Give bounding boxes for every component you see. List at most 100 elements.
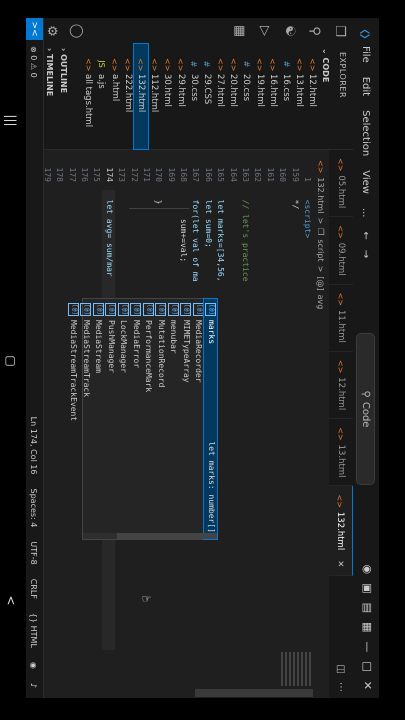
problems-count[interactable]: ⊗ 0 ⚠ 0	[30, 46, 39, 78]
suggest-scrollbar[interactable]	[83, 533, 217, 539]
suggestion-item[interactable]: [@] MediaRecorder	[192, 299, 205, 539]
suggestion-item[interactable]: [@] marks let marks: number[]	[204, 280, 218, 558]
more-actions-icon[interactable]: ⋯	[336, 682, 347, 692]
bell-icon[interactable]: ♪	[30, 683, 39, 688]
recent-apps-icon[interactable]: |||	[5, 114, 19, 126]
file-label: 19.html	[254, 74, 265, 107]
forward-arrow-icon[interactable]: →	[361, 250, 372, 258]
tab-5[interactable]: <> 132.html ✕	[328, 486, 353, 577]
suggestion-item[interactable]: [@] menubar	[167, 299, 180, 539]
suggestion-item[interactable]: [@] MediaError	[130, 299, 143, 539]
file-item[interactable]: <> 29.html	[174, 44, 187, 149]
breadcrumb-file[interactable]: 132.html	[317, 177, 326, 213]
minimap[interactable]	[253, 652, 313, 686]
file-item[interactable]: <> 13.html	[293, 44, 306, 149]
suggestion-item[interactable]: [@] LockManager	[117, 299, 130, 539]
split-editor-icon[interactable]: ◫	[336, 665, 347, 674]
suggestion-item[interactable]: [@] PushManager	[105, 299, 118, 539]
suggestion-item[interactable]: [@] MediaStreamTrackEvent	[67, 299, 80, 539]
minimize-icon[interactable]: —	[361, 641, 374, 652]
suggestion-item[interactable]: [@] MutationRecord	[155, 299, 168, 539]
toggle-panel-icon[interactable]: ▤	[361, 603, 374, 613]
copilot-icon[interactable]: ◉	[361, 565, 374, 575]
code-editor[interactable]: 1 159 160 161 162 163 164 165 166 167 168 169 170 171…	[30, 150, 313, 698]
menu-file[interactable]: File	[361, 46, 372, 63]
home-icon[interactable]: ▢	[5, 355, 19, 366]
code-line[interactable]	[263, 190, 275, 650]
command-center-search[interactable]: ⚲ Code	[356, 333, 375, 485]
breadcrumb-symbol[interactable]: avg	[317, 295, 326, 310]
code-line[interactable]	[53, 190, 65, 650]
file-item[interactable]: #20.css	[240, 44, 253, 149]
tab-3[interactable]: <> 12.html	[329, 351, 353, 420]
file-item[interactable]: <> 222.html	[121, 44, 134, 149]
extensions-icon[interactable]: ▦	[232, 25, 247, 37]
settings-gear-icon[interactable]: ⚙	[44, 25, 59, 37]
code-line[interactable]: <script>	[301, 190, 313, 650]
back-icon[interactable]: <	[5, 596, 19, 606]
css-file-icon: #	[189, 60, 199, 68]
back-arrow-icon[interactable]: ←	[361, 231, 372, 239]
file-item[interactable]: <> 132.html	[134, 35, 148, 158]
file-item[interactable]: JS a.js	[95, 44, 108, 149]
file-item[interactable]: #16.css	[279, 44, 292, 149]
suggestion-item[interactable]: [@] PerformanceMark	[142, 299, 155, 539]
menu-view[interactable]: View	[361, 170, 372, 194]
explorer-icon[interactable]: ❐	[332, 25, 347, 37]
file-item[interactable]: <> 20.html	[227, 44, 240, 149]
menu-edit[interactable]: Edit	[361, 77, 372, 96]
title-bar: 〈〉 File Edit Selection View ... ← → ⚲ Co…	[353, 18, 379, 698]
layout-icon[interactable]: ▦	[361, 622, 374, 632]
code-line[interactable]: // let's practice	[239, 190, 251, 650]
code-line[interactable]	[251, 190, 263, 650]
search-label: Code	[360, 401, 371, 428]
file-item[interactable]: <> 12.html	[306, 44, 319, 149]
editor-scrollbar[interactable]	[44, 688, 313, 698]
tab-0[interactable]: <> 05.html	[329, 150, 353, 218]
file-item[interactable]: <> 27.html	[214, 44, 227, 149]
search-activity-icon[interactable]: ⚲	[307, 26, 322, 36]
suggestion-item[interactable]: [@] MediaStreamTrack	[80, 299, 93, 539]
indentation[interactable]: Spaces: 4	[30, 489, 39, 528]
file-item[interactable]: <> 16.html	[266, 44, 279, 149]
source-control-icon[interactable]: ☯	[282, 25, 297, 37]
vscode-logo-icon[interactable]: 〈〉	[358, 24, 373, 44]
remote-icon[interactable]: ><	[26, 18, 43, 40]
account-icon[interactable]: ◯	[69, 24, 84, 39]
suggestion-label: MediaStream	[94, 320, 104, 373]
tab-4[interactable]: <> 13.html	[329, 419, 353, 487]
run-debug-icon[interactable]: ▷	[257, 26, 272, 36]
folder-code[interactable]: ⌄ CODE	[319, 44, 333, 149]
close-window-icon[interactable]: ✕	[361, 681, 374, 690]
suggestion-item[interactable]: [@] MIMETypeArray	[180, 299, 193, 539]
cursor-position[interactable]: Ln 174, Col 16	[30, 417, 39, 475]
breadcrumb-script[interactable]: script	[317, 239, 326, 261]
file-item[interactable]: #29.CSS	[200, 44, 213, 149]
timeline-section[interactable]: › TIMELINE	[43, 44, 57, 153]
file-item[interactable]: <> 112.html	[148, 44, 161, 149]
toggle-sidebar-icon[interactable]: ▣	[361, 583, 374, 593]
close-tab-icon[interactable]: ✕	[335, 560, 345, 567]
suggestion-item[interactable]: [@] MediaStream	[92, 299, 105, 539]
encoding[interactable]: UTF-8	[30, 541, 39, 564]
menu-selection[interactable]: Selection	[361, 110, 372, 156]
copilot-status-icon[interactable]: ◉	[30, 662, 39, 669]
html-file-icon: <>	[176, 58, 186, 72]
code-line[interactable]	[226, 190, 238, 650]
file-item[interactable]: <> all tags.html	[82, 44, 95, 149]
scrollbar-thumb[interactable]	[195, 689, 313, 697]
end-of-line[interactable]: CRLF	[30, 579, 39, 599]
menu-more[interactable]: ...	[361, 208, 372, 218]
file-item[interactable]: <> 30.html	[161, 44, 174, 149]
outline-section[interactable]: › OUTLINE	[57, 44, 71, 153]
file-item[interactable]: <> 19.html	[253, 44, 266, 149]
code-line[interactable]	[276, 190, 288, 650]
maximize-icon[interactable]: □	[361, 661, 374, 671]
file-item[interactable]: #30.css	[187, 44, 200, 149]
code-line[interactable]: */	[288, 190, 300, 650]
file-label: 16.html	[267, 74, 278, 107]
language-mode[interactable]: {} HTML	[30, 613, 39, 648]
tab-1[interactable]: <> 09.html	[329, 217, 353, 285]
file-item[interactable]: <> a.html	[108, 44, 121, 149]
tab-2[interactable]: <> 11.html	[329, 284, 353, 352]
